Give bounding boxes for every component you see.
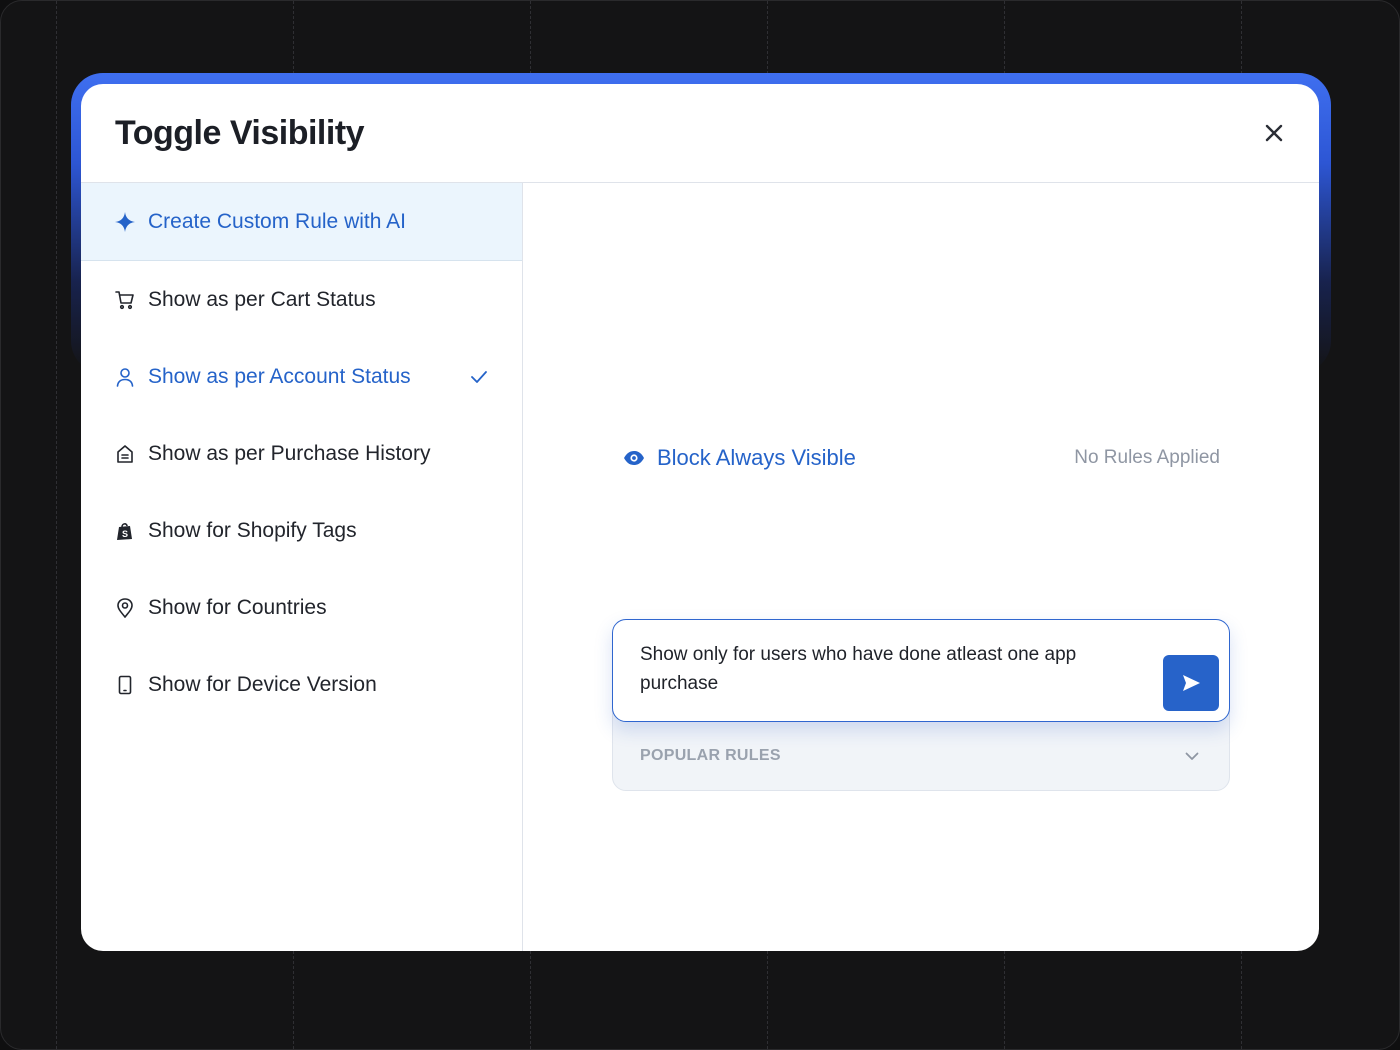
canvas-frame: Toggle Visibility Create Custom Rule wit… [0, 0, 1400, 1050]
send-icon [1183, 675, 1200, 691]
sparkle-icon [115, 211, 135, 232]
visibility-status: Block Always Visible [623, 445, 856, 471]
sidebar-item-create-custom-rule-ai[interactable]: Create Custom Rule with AI [81, 183, 522, 261]
cart-icon [115, 290, 135, 310]
device-icon [115, 675, 135, 695]
checkmark-icon [470, 366, 488, 390]
sidebar-item-cart-status[interactable]: Show as per Cart Status [81, 261, 522, 338]
rule-main-panel: Block Always Visible No Rules Applied PO… [523, 183, 1319, 951]
sidebar-item-label: Show for Device Version [148, 672, 377, 696]
sidebar-item-shopify-tags[interactable]: S Show for Shopify Tags [81, 492, 522, 569]
ai-prompt-field[interactable]: Show only for users who have done atleas… [612, 619, 1230, 722]
sidebar-item-label: Show as per Cart Status [148, 287, 376, 311]
visibility-status-row: Block Always Visible No Rules Applied [623, 445, 1220, 471]
toggle-visibility-modal: Toggle Visibility Create Custom Rule wit… [81, 84, 1319, 951]
sidebar-item-countries[interactable]: Show for Countries [81, 569, 522, 646]
modal-header: Toggle Visibility [81, 84, 1319, 183]
sidebar-item-device-version[interactable]: Show for Device Version [81, 646, 522, 723]
popular-rules-toggle[interactable]: POPULAR RULES [613, 722, 1229, 790]
receipt-icon [115, 444, 135, 464]
svg-text:S: S [122, 529, 128, 539]
rules-applied-note: No Rules Applied [1074, 447, 1220, 468]
user-icon [115, 367, 135, 387]
close-icon [1265, 124, 1283, 142]
close-button[interactable] [1257, 116, 1291, 150]
popular-rules-label: POPULAR RULES [640, 747, 781, 764]
sidebar-item-label: Create Custom Rule with AI [148, 209, 406, 233]
eye-icon [623, 450, 645, 466]
shopify-bag-icon: S [115, 521, 135, 541]
rule-sidebar: Create Custom Rule with AI Show as per C… [81, 183, 523, 951]
location-pin-icon [115, 597, 135, 618]
ai-prompt-input[interactable]: Show only for users who have done atleas… [640, 640, 1120, 698]
sidebar-item-label: Show as per Account Status [148, 364, 411, 388]
sidebar-item-label: Show as per Purchase History [148, 441, 431, 465]
sidebar-item-label: Show for Shopify Tags [148, 518, 357, 542]
send-button[interactable] [1163, 655, 1219, 711]
modal-title: Toggle Visibility [115, 113, 365, 152]
sidebar-item-account-status[interactable]: Show as per Account Status [81, 338, 522, 415]
sidebar-item-purchase-history[interactable]: Show as per Purchase History [81, 415, 522, 492]
chevron-down-icon [1185, 752, 1199, 760]
sidebar-item-label: Show for Countries [148, 595, 327, 619]
guide-line [56, 1, 57, 1049]
status-label: Block Always Visible [657, 445, 856, 470]
